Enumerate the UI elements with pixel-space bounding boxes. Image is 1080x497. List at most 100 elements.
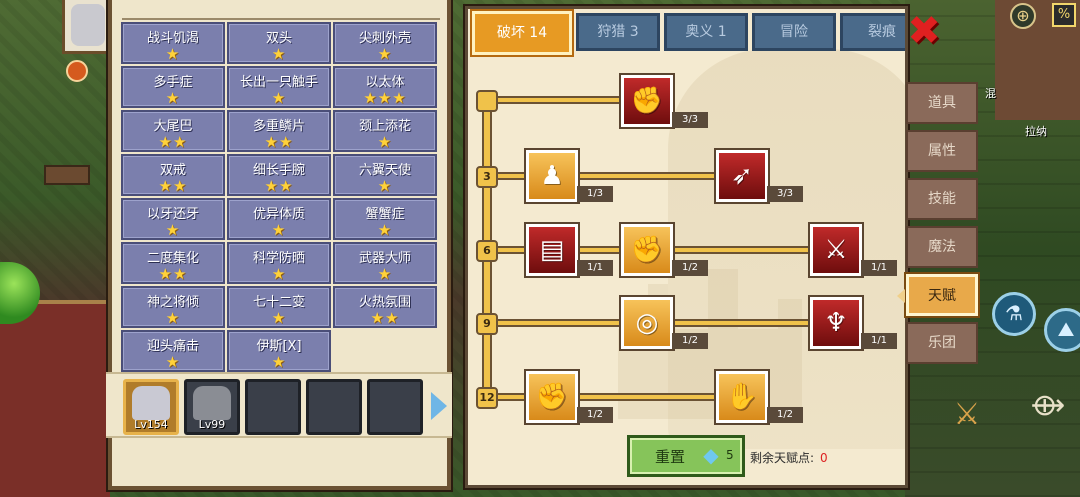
skill-cell[interactable]: 迎头痛击 ★ — [121, 330, 225, 372]
skill-name: 以太体 — [365, 75, 405, 90]
tier-node-6: 6 — [476, 240, 498, 262]
skill-name: 二度集化 — [146, 251, 199, 266]
talent-count: 1/2 — [577, 407, 613, 423]
star-icon: ★★ — [158, 265, 188, 283]
skill-cell[interactable]: 神之将倾 ★ — [121, 286, 225, 328]
skill-cell[interactable]: 以太体 ★★★ — [333, 66, 437, 108]
remaining-value: 0 — [820, 451, 828, 465]
character-avatar — [193, 386, 231, 420]
skill-cell[interactable]: 颈上添花 ★ — [333, 110, 437, 152]
talent-fist[interactable]: ✊ — [524, 369, 580, 425]
next-arrow-icon[interactable] — [431, 392, 447, 420]
talent-tabs: 破坏 14 狩猎 3 奥义 1 冒险 裂痕 — [472, 11, 905, 55]
tab-4[interactable]: 裂痕 — [840, 13, 905, 51]
star-icon: ★ — [165, 45, 181, 63]
skill-name: 双戒 — [159, 163, 186, 178]
map-action-icon[interactable]: ⛰ — [1044, 308, 1080, 352]
talent-card[interactable]: ▤ — [524, 222, 580, 278]
skill-cell[interactable]: 七十二变 ★ — [227, 286, 331, 328]
character-slot[interactable] — [367, 379, 423, 435]
skill-name: 火热氛围 — [358, 295, 411, 310]
star-icon: ★ — [271, 309, 287, 327]
talent-count: 3/3 — [767, 186, 803, 202]
reset-button[interactable]: 重置 ◆ 5 — [627, 435, 745, 477]
skill-cell[interactable]: 二度集化 ★★ — [121, 242, 225, 284]
skill-cell[interactable]: 武器大师 ★ — [333, 242, 437, 284]
percent-icon[interactable]: % — [1052, 3, 1076, 27]
skill-cell[interactable]: 优异体质 ★ — [227, 198, 331, 240]
character-slot[interactable] — [306, 379, 362, 435]
skill-cell[interactable]: 科学防晒 ★ — [227, 242, 331, 284]
skill-cell[interactable]: 双头 ★ — [227, 22, 331, 64]
guard-icon: ✋ — [725, 382, 759, 412]
talent-arrow[interactable]: ➶ — [714, 148, 770, 204]
side-menu-item[interactable]: 乐团 — [906, 322, 978, 364]
star-icon: ★★ — [158, 133, 188, 151]
skill-name: 迎头痛击 — [146, 339, 199, 354]
side-menu-item[interactable]: 技能 — [906, 178, 978, 220]
star-icon: ★ — [377, 45, 393, 63]
side-menu-item[interactable]: 属性 — [906, 130, 978, 172]
skill-cell[interactable]: 长出一只触手 ★ — [227, 66, 331, 108]
talent-count: 1/2 — [672, 333, 708, 349]
fire-icon[interactable] — [66, 60, 88, 82]
character-slot[interactable]: Lv99 — [184, 379, 240, 435]
talent-arm-wrestle[interactable]: ✊ — [619, 73, 675, 129]
star-icon: ★ — [377, 265, 393, 283]
skill-cell[interactable]: 大尾巴 ★★ — [121, 110, 225, 152]
skill-name: 伊斯[X] — [256, 339, 302, 354]
star-icon: ★★ — [158, 177, 188, 195]
skill-name: 优异体质 — [252, 207, 305, 222]
side-menu-item[interactable]: 天赋 — [897, 274, 978, 316]
skill-name: 武器大师 — [358, 251, 411, 266]
side-menu-item[interactable]: 道具 — [906, 82, 978, 124]
skill-cell[interactable]: 细长手腕 ★★ — [227, 154, 331, 196]
talent-ring[interactable]: ◎ — [619, 295, 675, 351]
skill-cell[interactable]: 火热氛围 ★★ — [333, 286, 437, 328]
skill-cell[interactable]: 多重鳞片 ★★ — [227, 110, 331, 152]
character-avatar — [132, 386, 170, 420]
side-menu-item[interactable]: 魔法 — [906, 226, 978, 268]
skill-cell[interactable]: 蟹蟹症 ★ — [333, 198, 437, 240]
skill-name: 七十二变 — [252, 295, 305, 310]
skill-name: 以牙还牙 — [146, 207, 199, 222]
tab-0[interactable]: 破坏 14 — [472, 11, 572, 55]
arm-wrestle-icon: ✊ — [630, 86, 664, 116]
skill-name: 长出一只触手 — [239, 75, 318, 90]
sword-icon[interactable]: ⚔ — [942, 390, 992, 440]
character-slot[interactable]: Lv154 — [123, 379, 179, 435]
skill-cell[interactable]: 以牙还牙 ★ — [121, 198, 225, 240]
remaining-label: 剩余天赋点: — [750, 451, 815, 465]
skill-cell[interactable]: 六翼天使 ★ — [333, 154, 437, 196]
star-icon: ★ — [165, 89, 181, 107]
tab-3[interactable]: 冒险 — [752, 13, 836, 51]
skill-name: 多重鳞片 — [252, 119, 305, 134]
talent-guard[interactable]: ✋ — [714, 369, 770, 425]
tab-1[interactable]: 狩猎 3 — [576, 13, 660, 51]
globe-icon[interactable]: ⊕ — [1010, 3, 1036, 29]
ring-icon: ◎ — [635, 308, 659, 338]
talent-body[interactable]: ♟ — [524, 148, 580, 204]
close-icon[interactable]: ✖ — [906, 11, 942, 51]
skill-name: 六翼天使 — [358, 163, 411, 178]
star-icon: ★★ — [370, 309, 400, 327]
tier-node-3: 3 — [476, 166, 498, 188]
tier-node-root — [476, 90, 498, 112]
skill-cell[interactable]: 双戒 ★★ — [121, 154, 225, 196]
potion-icon[interactable]: ⚗ — [992, 292, 1036, 336]
talent-punch[interactable]: ✊ — [619, 222, 675, 278]
skill-cell[interactable]: 伊斯[X] ★ — [227, 330, 331, 372]
skill-cell[interactable]: 多手症 ★ — [121, 66, 225, 108]
skill-tree-icon[interactable]: ⟴ — [1020, 378, 1076, 434]
tab-2[interactable]: 奥义 1 — [664, 13, 748, 51]
skill-cell[interactable]: 战斗饥渴 ★ — [121, 22, 225, 64]
star-icon: ★★★ — [363, 89, 407, 107]
skill-cell[interactable]: 尖刺外壳 ★ — [333, 22, 437, 64]
character-level: Lv154 — [134, 418, 168, 431]
tree-branch — [488, 96, 623, 104]
player-avatar[interactable] — [62, 0, 112, 54]
talent-slash[interactable]: ⚔ — [808, 222, 864, 278]
talent-wings[interactable]: ♆ — [808, 295, 864, 351]
character-slot[interactable] — [245, 379, 301, 435]
talent-count: 1/3 — [577, 186, 613, 202]
